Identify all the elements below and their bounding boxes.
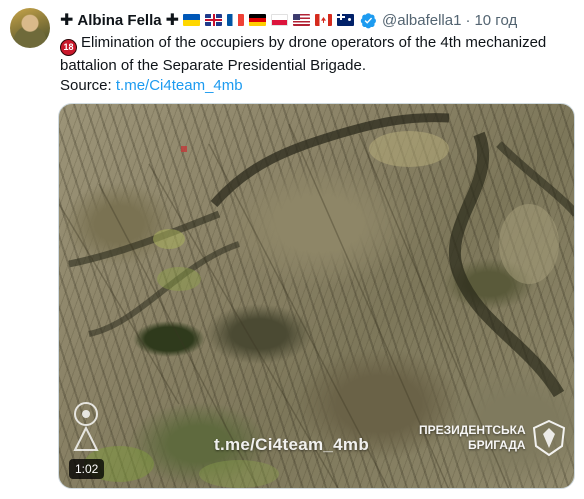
video-player[interactable]: t.me/Ci4team_4mb ПРЕЗИДЕНТСЬКА БРИГАДА 1… (58, 103, 575, 489)
cross-prefix: ✚ (60, 12, 74, 29)
brigade-emblem-icon (533, 420, 565, 456)
tweet-timestamp[interactable]: 10 год (474, 12, 517, 29)
poland-flag-icon (271, 14, 288, 26)
age-restricted-18-icon: 18 (60, 39, 77, 56)
cross-suffix: ✚ (165, 12, 179, 29)
flag-list (183, 14, 359, 26)
tweet-text: 18 Elimination of the occupiers by drone … (60, 33, 570, 96)
source-label: Source: (60, 77, 112, 94)
video-duration: 1:02 (69, 459, 105, 479)
header-separator: · (465, 11, 471, 29)
avatar[interactable] (10, 8, 50, 48)
user-handle[interactable]: @albafella1 (382, 12, 461, 29)
tweet-card[interactable]: ✚ Albina Fella ✚ @albafella1 · 10 год 18… (0, 0, 584, 499)
germany-flag-icon (249, 14, 266, 26)
australia-flag-icon (337, 14, 354, 26)
brigade-watermark: ПРЕЗИДЕНТСЬКА БРИГАДА (419, 423, 526, 453)
video-watermark-url: t.me/Ci4team_4mb (214, 435, 370, 454)
brigade-watermark-line1: ПРЕЗИДЕНТСЬКА (419, 423, 526, 437)
uk-flag-icon (205, 14, 222, 26)
brigade-watermark-line2: БРИГАДА (467, 438, 526, 452)
canada-flag-icon (315, 14, 332, 26)
verified-badge-icon (360, 12, 376, 28)
france-flag-icon (227, 14, 244, 26)
tweet-body: Elimination of the occupiers by drone op… (60, 34, 547, 74)
ukraine-flag-icon (183, 14, 200, 26)
usa-flag-icon (293, 14, 310, 26)
unit-emblem-icon (73, 402, 99, 451)
source-link[interactable]: t.me/Ci4team_4mb (116, 77, 243, 94)
display-name[interactable]: Albina Fella (77, 12, 161, 29)
tweet-header: ✚ Albina Fella ✚ @albafella1 · 10 год (60, 10, 517, 30)
